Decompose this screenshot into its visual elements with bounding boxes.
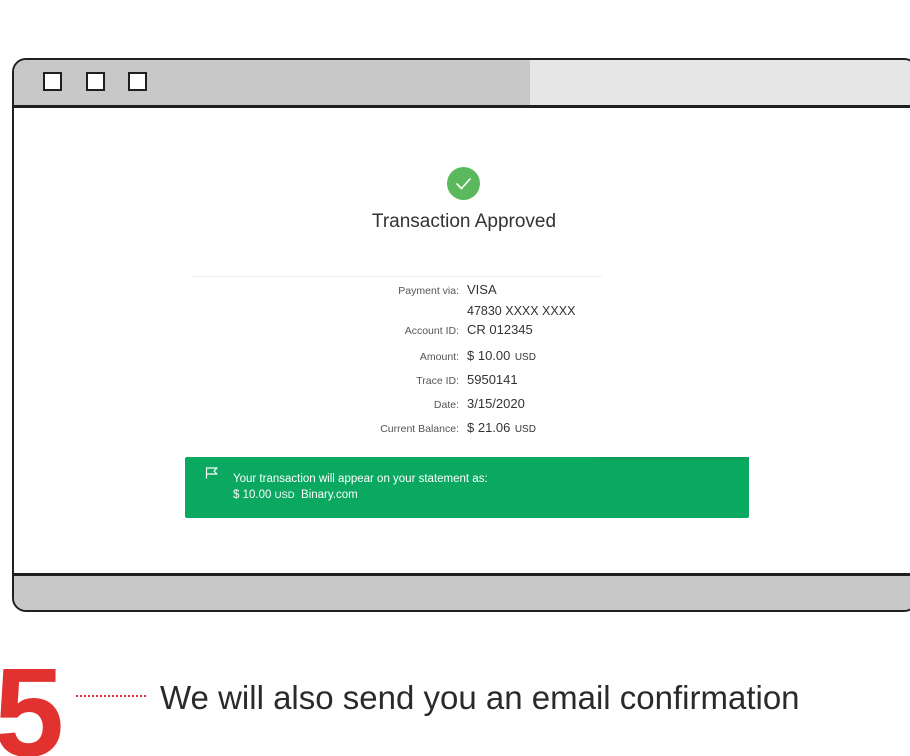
statement-banner: Your transaction will appear on your sta… xyxy=(185,457,749,518)
check-circle-icon xyxy=(447,167,480,200)
banner-accent xyxy=(599,457,749,460)
account-value-row: CR 012345 xyxy=(467,321,533,341)
card-number: 47830 XXXX XXXX xyxy=(467,304,576,318)
banner-amount: $ 10.00 xyxy=(233,489,272,501)
date-value-row: 3/15/2020 xyxy=(467,395,525,415)
trace-value-row: 5950141 xyxy=(467,371,518,391)
window-button-2[interactable] xyxy=(86,72,105,91)
amount-label: Amount: xyxy=(419,351,459,363)
flag-icon xyxy=(205,466,219,484)
balance-label-row: Current Balance: xyxy=(14,419,459,439)
amount-label-row: Amount: xyxy=(14,347,459,367)
banner-currency: USD xyxy=(274,490,295,501)
date-value: 3/15/2020 xyxy=(467,396,525,411)
card-number-row: 47830 XXXX XXXX xyxy=(467,302,575,322)
window-button-3[interactable] xyxy=(128,72,147,91)
balance-value-row: $ 21.06 USD xyxy=(467,419,536,439)
balance-currency: USD xyxy=(514,424,536,435)
account-value: CR 012345 xyxy=(467,322,533,337)
window-button-1[interactable] xyxy=(43,72,62,91)
amount-currency: USD xyxy=(514,352,536,363)
date-label-row: Date: xyxy=(14,395,459,415)
date-label: Date: xyxy=(433,399,459,411)
balance-label: Current Balance: xyxy=(380,423,459,435)
balance-value: $ 21.06 xyxy=(467,420,511,435)
account-label: Account ID: xyxy=(404,325,459,337)
receipt-content: Transaction Approved Payment via: VISA 4… xyxy=(14,111,910,575)
amount-value-row: $ 10.00 USD xyxy=(467,347,536,367)
payment-label: Payment via: xyxy=(398,285,459,297)
banner-merchant: Binary.com xyxy=(301,489,358,501)
step-description: We will also send you an email confirmat… xyxy=(160,679,800,716)
browser-window: Transaction Approved Payment via: VISA 4… xyxy=(12,58,910,612)
banner-text: Your transaction will appear on your sta… xyxy=(233,471,488,504)
page-title: Transaction Approved xyxy=(371,211,557,232)
step-number: 5 xyxy=(0,642,65,756)
amount-value: $ 10.00 xyxy=(467,348,511,363)
account-label-row: Account ID: xyxy=(14,321,459,341)
divider xyxy=(192,276,602,277)
window-footer xyxy=(14,573,910,610)
payment-label-row: Payment via: xyxy=(14,281,459,301)
step-connector xyxy=(76,695,146,697)
titlebar-tab-area xyxy=(530,60,910,105)
trace-label-row: Trace ID: xyxy=(14,371,459,391)
payment-value: VISA xyxy=(467,282,497,297)
banner-line1: Your transaction will appear on your sta… xyxy=(233,473,488,485)
trace-value: 5950141 xyxy=(467,372,518,387)
trace-label: Trace ID: xyxy=(416,375,459,387)
window-titlebar xyxy=(14,60,910,108)
payment-value-row: VISA xyxy=(467,281,497,301)
banner-line2: $ 10.00 USD Binary.com xyxy=(233,487,488,504)
